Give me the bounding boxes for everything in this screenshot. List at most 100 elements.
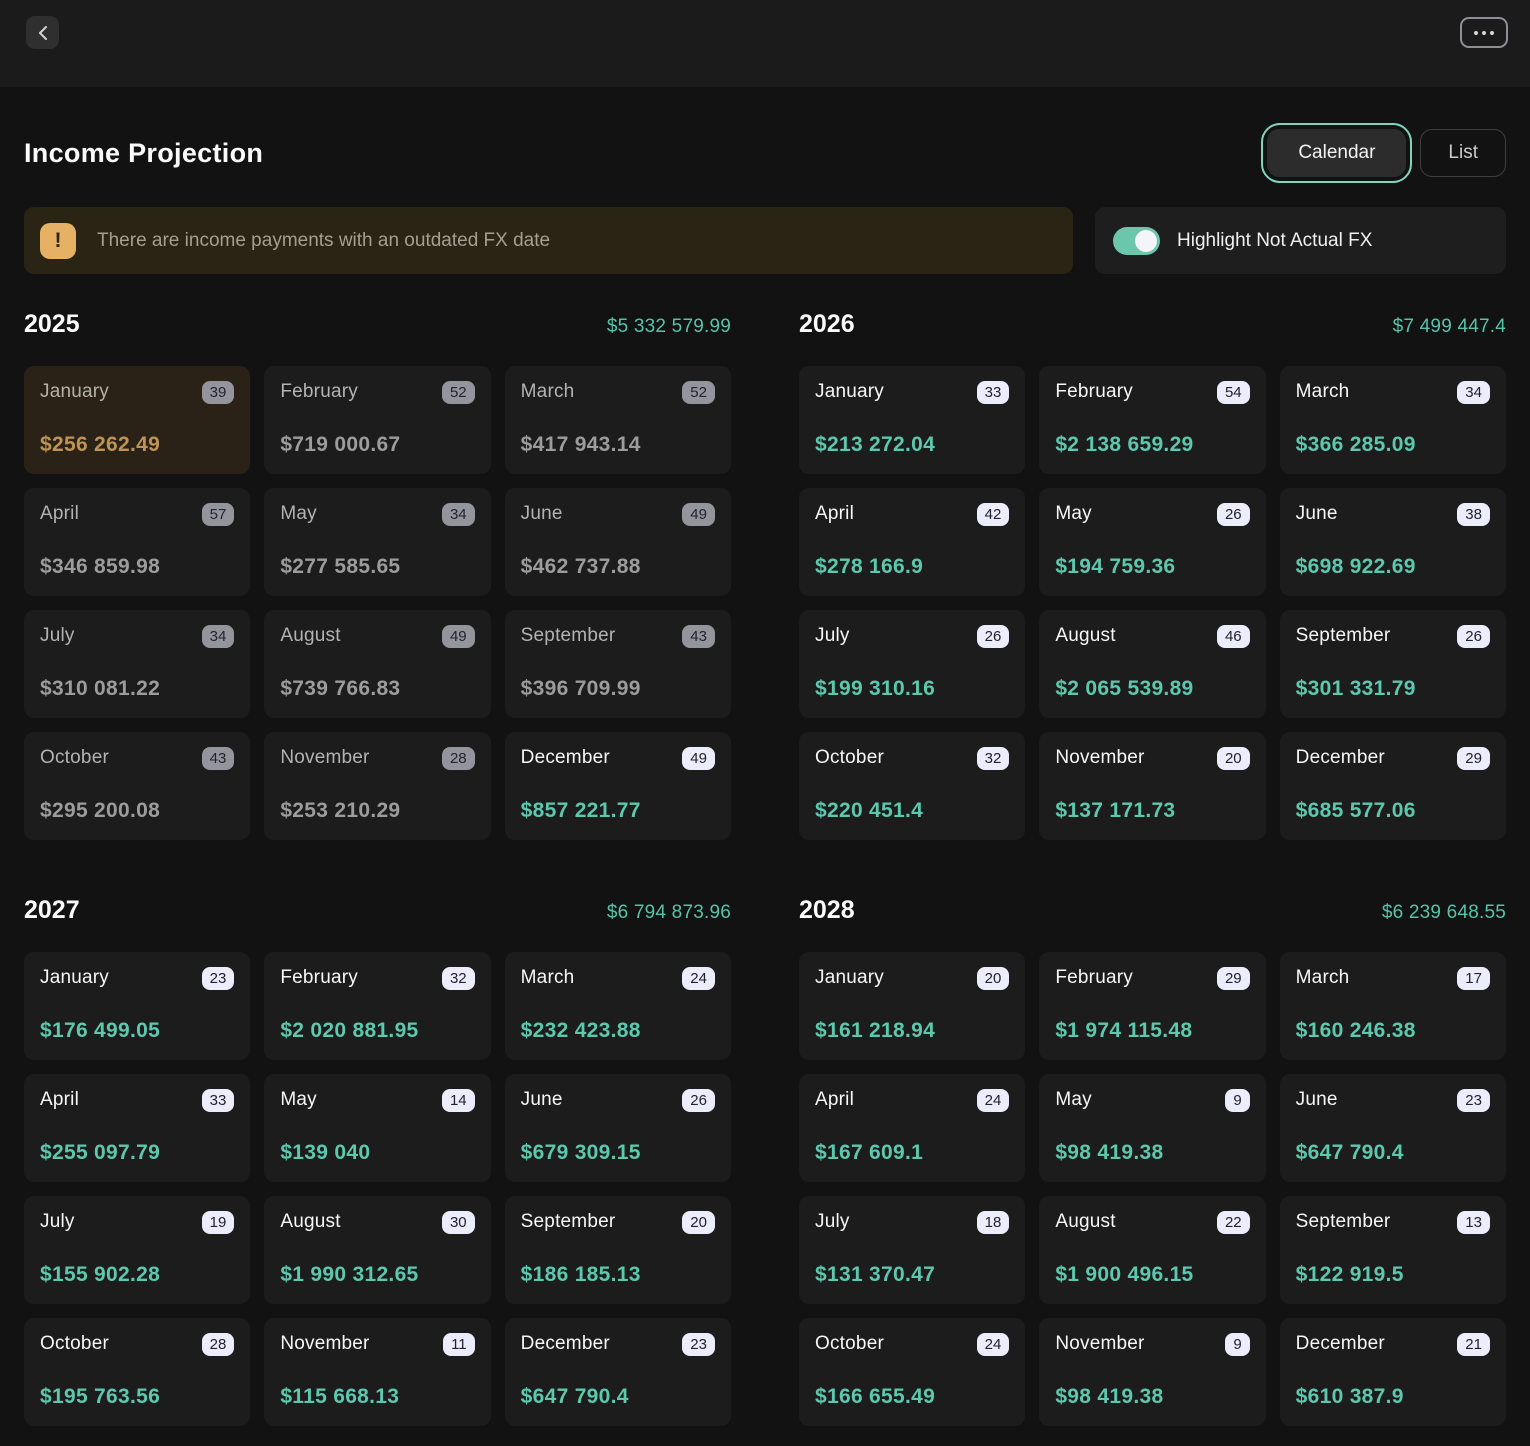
month-card[interactable]: June 38 $698 922.69 bbox=[1280, 488, 1506, 596]
month-label: February bbox=[1055, 967, 1133, 989]
month-card[interactable]: January 39 $256 262.49 bbox=[24, 366, 250, 474]
month-card[interactable]: January 20 $161 218.94 bbox=[799, 952, 1025, 1060]
month-count-badge: 26 bbox=[1457, 625, 1490, 648]
month-count-badge: 34 bbox=[1457, 381, 1490, 404]
year-total: $6 239 648.55 bbox=[1382, 902, 1506, 924]
more-options-button[interactable] bbox=[1460, 17, 1508, 48]
month-count-badge: 33 bbox=[202, 1089, 235, 1112]
month-card[interactable]: November 20 $137 171.73 bbox=[1039, 732, 1265, 840]
month-amount: $685 577.06 bbox=[1296, 799, 1490, 823]
month-card-header: July 34 bbox=[40, 625, 234, 648]
month-card[interactable]: February 29 $1 974 115.48 bbox=[1039, 952, 1265, 1060]
month-card-header: June 23 bbox=[1296, 1089, 1490, 1112]
month-label: May bbox=[280, 503, 317, 525]
month-card[interactable]: September 26 $301 331.79 bbox=[1280, 610, 1506, 718]
month-card[interactable]: July 19 $155 902.28 bbox=[24, 1196, 250, 1304]
month-card[interactable]: February 54 $2 138 659.29 bbox=[1039, 366, 1265, 474]
month-card[interactable]: April 42 $278 166.9 bbox=[799, 488, 1025, 596]
month-card[interactable]: September 13 $122 919.5 bbox=[1280, 1196, 1506, 1304]
month-card-header: November 9 bbox=[1055, 1333, 1249, 1356]
highlight-fx-toggle[interactable] bbox=[1113, 227, 1160, 255]
month-amount: $2 065 539.89 bbox=[1055, 677, 1249, 701]
month-card[interactable]: October 43 $295 200.08 bbox=[24, 732, 250, 840]
month-card[interactable]: January 23 $176 499.05 bbox=[24, 952, 250, 1060]
month-card[interactable]: March 34 $366 285.09 bbox=[1280, 366, 1506, 474]
month-card[interactable]: May 9 $98 419.38 bbox=[1039, 1074, 1265, 1182]
month-card[interactable]: March 24 $232 423.88 bbox=[505, 952, 731, 1060]
month-card[interactable]: March 17 $160 246.38 bbox=[1280, 952, 1506, 1060]
month-card[interactable]: May 26 $194 759.36 bbox=[1039, 488, 1265, 596]
back-button[interactable] bbox=[26, 16, 59, 49]
month-amount: $278 166.9 bbox=[815, 555, 1009, 579]
month-label: December bbox=[521, 1333, 610, 1355]
month-label: December bbox=[521, 747, 610, 769]
month-card[interactable]: April 57 $346 859.98 bbox=[24, 488, 250, 596]
month-amount: $2 020 881.95 bbox=[280, 1019, 474, 1043]
month-amount: $139 040 bbox=[280, 1141, 474, 1165]
month-card[interactable]: July 34 $310 081.22 bbox=[24, 610, 250, 718]
highlight-fx-label: Highlight Not Actual FX bbox=[1177, 230, 1372, 252]
months-grid: January 23 $176 499.05 February 32 $2 02… bbox=[24, 952, 731, 1426]
month-amount: $719 000.67 bbox=[280, 433, 474, 457]
month-card-header: April 42 bbox=[815, 503, 1009, 526]
month-card[interactable]: October 28 $195 763.56 bbox=[24, 1318, 250, 1426]
month-card-header: August 22 bbox=[1055, 1211, 1249, 1234]
month-count-badge: 11 bbox=[443, 1333, 475, 1356]
month-card[interactable]: June 26 $679 309.15 bbox=[505, 1074, 731, 1182]
month-card[interactable]: November 9 $98 419.38 bbox=[1039, 1318, 1265, 1426]
month-amount: $166 655.49 bbox=[815, 1385, 1009, 1409]
month-label: August bbox=[280, 1211, 340, 1233]
warning-icon: ! bbox=[40, 223, 76, 259]
month-card[interactable]: December 21 $610 387.9 bbox=[1280, 1318, 1506, 1426]
month-card[interactable]: July 18 $131 370.47 bbox=[799, 1196, 1025, 1304]
month-label: June bbox=[521, 503, 563, 525]
month-card[interactable]: September 20 $186 185.13 bbox=[505, 1196, 731, 1304]
month-count-badge: 24 bbox=[977, 1089, 1010, 1112]
month-count-badge: 28 bbox=[442, 747, 475, 770]
month-amount: $698 922.69 bbox=[1296, 555, 1490, 579]
month-card[interactable]: August 46 $2 065 539.89 bbox=[1039, 610, 1265, 718]
month-amount: $256 262.49 bbox=[40, 433, 234, 457]
month-card[interactable]: April 24 $167 609.1 bbox=[799, 1074, 1025, 1182]
chevron-left-icon bbox=[37, 26, 49, 40]
month-count-badge: 49 bbox=[682, 503, 715, 526]
month-card[interactable]: May 34 $277 585.65 bbox=[264, 488, 490, 596]
month-card-header: March 52 bbox=[521, 381, 715, 404]
month-card[interactable]: August 30 $1 990 312.65 bbox=[264, 1196, 490, 1304]
month-count-badge: 54 bbox=[1217, 381, 1250, 404]
month-amount: $98 419.38 bbox=[1055, 1385, 1249, 1409]
month-label: September bbox=[521, 1211, 616, 1233]
month-amount: $610 387.9 bbox=[1296, 1385, 1490, 1409]
month-card[interactable]: November 11 $115 668.13 bbox=[264, 1318, 490, 1426]
month-card[interactable]: July 26 $199 310.16 bbox=[799, 610, 1025, 718]
year-total: $7 499 447.4 bbox=[1393, 316, 1506, 338]
month-card[interactable]: December 23 $647 790.4 bbox=[505, 1318, 731, 1426]
month-card[interactable]: January 33 $213 272.04 bbox=[799, 366, 1025, 474]
month-card-header: April 33 bbox=[40, 1089, 234, 1112]
month-card[interactable]: May 14 $139 040 bbox=[264, 1074, 490, 1182]
year-header: 2025 $5 332 579.99 bbox=[24, 310, 731, 339]
calendar-view-button[interactable]: Calendar bbox=[1267, 129, 1406, 177]
month-card[interactable]: February 32 $2 020 881.95 bbox=[264, 952, 490, 1060]
month-label: September bbox=[1296, 1211, 1391, 1233]
month-amount: $295 200.08 bbox=[40, 799, 234, 823]
list-view-button[interactable]: List bbox=[1420, 129, 1506, 177]
month-card[interactable]: December 29 $685 577.06 bbox=[1280, 732, 1506, 840]
month-card[interactable]: April 33 $255 097.79 bbox=[24, 1074, 250, 1182]
month-amount: $647 790.4 bbox=[521, 1385, 715, 1409]
month-card[interactable]: February 52 $719 000.67 bbox=[264, 366, 490, 474]
month-label: January bbox=[815, 967, 884, 989]
month-card[interactable]: December 49 $857 221.77 bbox=[505, 732, 731, 840]
month-card[interactable]: October 32 $220 451.4 bbox=[799, 732, 1025, 840]
month-card-header: May 26 bbox=[1055, 503, 1249, 526]
month-card[interactable]: September 43 $396 709.99 bbox=[505, 610, 731, 718]
top-bar bbox=[0, 0, 1530, 87]
month-card[interactable]: August 22 $1 900 496.15 bbox=[1039, 1196, 1265, 1304]
month-card[interactable]: June 49 $462 737.88 bbox=[505, 488, 731, 596]
month-card[interactable]: August 49 $739 766.83 bbox=[264, 610, 490, 718]
month-card[interactable]: March 52 $417 943.14 bbox=[505, 366, 731, 474]
month-card[interactable]: November 28 $253 210.29 bbox=[264, 732, 490, 840]
month-label: March bbox=[521, 967, 575, 989]
month-card[interactable]: October 24 $166 655.49 bbox=[799, 1318, 1025, 1426]
month-card[interactable]: June 23 $647 790.4 bbox=[1280, 1074, 1506, 1182]
